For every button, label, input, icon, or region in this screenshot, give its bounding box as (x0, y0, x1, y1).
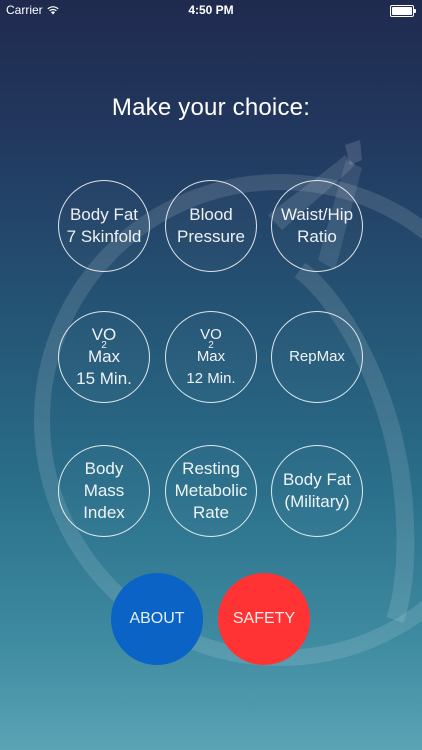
vo-suffix: Max (196, 348, 226, 365)
choice-label: Index (83, 503, 125, 522)
status-bar: Carrier 4:50 PM (0, 0, 422, 20)
body-mass-index-button[interactable]: Body Mass Index (58, 445, 150, 537)
body-fat-7-skinfold-button[interactable]: Body Fat 7 Skinfold (58, 180, 150, 272)
resting-metabolic-rate-button[interactable]: Resting Metabolic Rate (165, 445, 257, 537)
choice-label: (Military) (284, 492, 350, 511)
waist-hip-ratio-button[interactable]: Waist/Hip Ratio (271, 180, 363, 272)
choice-label: 15 Min. (76, 369, 132, 388)
choice-label: Blood (189, 205, 233, 224)
vo2max-15-min-button[interactable]: VO 2 Max 15 Min. (58, 311, 150, 403)
choice-label: Waist/Hip (280, 205, 354, 224)
choice-label: Body (84, 459, 124, 478)
about-button[interactable]: ABOUT (111, 573, 203, 665)
page-title: Make your choice: (111, 94, 311, 121)
choice-label: 12 Min. (186, 370, 236, 387)
body-fat-military-button[interactable]: Body Fat (Military) (271, 445, 363, 537)
vo-suffix: Max (87, 347, 121, 366)
choice-label: Resting (182, 459, 240, 478)
choice-label: Body Fat (282, 470, 352, 489)
choice-label: RepMax (289, 348, 345, 365)
choice-label: VO 2 Max (76, 324, 132, 368)
choice-label: Pressure (176, 227, 246, 246)
choice-label: Mass (83, 481, 125, 500)
safety-label: SAFETY (232, 610, 296, 627)
choice-label: Metabolic (174, 481, 248, 500)
choice-label: VO 2 Max (186, 324, 235, 368)
choice-label: Rate (193, 503, 229, 522)
vo2max-12-min-button[interactable]: VO 2 Max 12 Min. (165, 311, 257, 403)
battery-icon (390, 5, 416, 17)
choice-label: Ratio (297, 227, 337, 246)
status-time: 4:50 PM (188, 3, 234, 17)
repmax-button[interactable]: RepMax (271, 311, 363, 403)
about-label: ABOUT (129, 610, 185, 627)
blood-pressure-button[interactable]: Blood Pressure (165, 180, 257, 272)
choice-label: 7 Skinfold (66, 227, 142, 246)
safety-button[interactable]: SAFETY (218, 573, 310, 665)
choice-label: Body Fat (69, 205, 139, 224)
